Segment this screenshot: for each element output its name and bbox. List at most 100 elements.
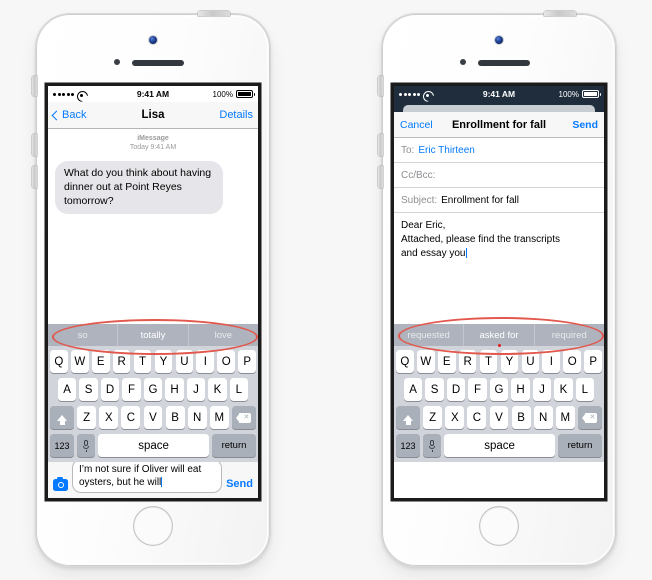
- volume-up-button[interactable]: [378, 134, 383, 156]
- iphone-device-messages: 9:41 AM 100% Back Lisa Details iMessage …: [28, 11, 278, 566]
- key-r[interactable]: R: [112, 350, 131, 373]
- key-k[interactable]: K: [554, 378, 573, 401]
- key-b[interactable]: B: [165, 406, 185, 429]
- prediction-option-2[interactable]: totally: [117, 324, 189, 346]
- subject-field-row[interactable]: Subject: Enrollment for fall: [394, 188, 604, 213]
- key-b[interactable]: B: [511, 406, 531, 429]
- key-o[interactable]: O: [563, 350, 582, 373]
- key-p[interactable]: P: [238, 350, 257, 373]
- numbers-key[interactable]: 123: [396, 434, 420, 457]
- key-w[interactable]: W: [416, 350, 435, 373]
- key-k[interactable]: K: [208, 378, 227, 401]
- home-button[interactable]: [133, 506, 173, 546]
- key-a[interactable]: A: [57, 378, 77, 401]
- key-w[interactable]: W: [70, 350, 89, 373]
- key-f[interactable]: F: [468, 378, 487, 401]
- key-n[interactable]: N: [187, 406, 207, 429]
- key-f[interactable]: F: [122, 378, 141, 401]
- key-y[interactable]: Y: [500, 350, 519, 373]
- silent-switch[interactable]: [378, 76, 383, 96]
- key-v[interactable]: V: [143, 406, 163, 429]
- message-input[interactable]: I’m not sure if Oliver will eat oysters,…: [72, 459, 223, 493]
- mail-compose-nav-bar: Cancel Enrollment for fall Send: [394, 112, 604, 138]
- ccbcc-field-row[interactable]: Cc/Bcc:: [394, 163, 604, 188]
- text-caret: [465, 248, 467, 259]
- key-s[interactable]: S: [79, 378, 98, 401]
- power-button[interactable]: [544, 11, 576, 16]
- key-z[interactable]: Z: [423, 406, 443, 429]
- key-q[interactable]: Q: [49, 350, 68, 373]
- key-y[interactable]: Y: [154, 350, 173, 373]
- key-a[interactable]: A: [403, 378, 423, 401]
- numbers-key[interactable]: 123: [50, 434, 74, 457]
- key-x[interactable]: X: [445, 406, 465, 429]
- key-m[interactable]: M: [555, 406, 575, 429]
- mail-body-input[interactable]: Dear Eric, Attached, please find the tra…: [394, 213, 604, 268]
- key-x[interactable]: X: [99, 406, 119, 429]
- volume-up-button[interactable]: [32, 134, 37, 156]
- return-key[interactable]: return: [558, 434, 602, 457]
- space-key[interactable]: space: [444, 434, 555, 457]
- dictation-key[interactable]: [423, 434, 442, 457]
- key-z[interactable]: Z: [77, 406, 97, 429]
- prediction-option-1[interactable]: requested: [394, 324, 463, 346]
- key-d[interactable]: D: [446, 378, 466, 401]
- key-c[interactable]: C: [121, 406, 141, 429]
- key-j[interactable]: J: [186, 378, 206, 401]
- send-button[interactable]: Send: [226, 478, 253, 490]
- key-t[interactable]: T: [133, 350, 152, 373]
- silent-switch[interactable]: [32, 76, 37, 96]
- key-s[interactable]: S: [425, 378, 444, 401]
- key-i[interactable]: I: [196, 350, 215, 373]
- key-e[interactable]: E: [437, 350, 456, 373]
- key-n[interactable]: N: [533, 406, 553, 429]
- key-c[interactable]: C: [467, 406, 487, 429]
- predictive-bar: so totally love: [48, 324, 258, 346]
- volume-down-button[interactable]: [378, 166, 383, 188]
- key-m[interactable]: M: [209, 406, 229, 429]
- keyboard-row-4: 123 space return: [396, 434, 602, 457]
- key-q[interactable]: Q: [395, 350, 414, 373]
- key-o[interactable]: O: [217, 350, 236, 373]
- key-h[interactable]: H: [511, 378, 530, 401]
- subject-field-value[interactable]: Enrollment for fall: [441, 195, 519, 206]
- mail-body-line-3: and essay you: [401, 247, 597, 261]
- conversation-title: Lisa: [141, 109, 165, 121]
- key-p[interactable]: P: [584, 350, 603, 373]
- delete-key[interactable]: ✕: [577, 406, 602, 429]
- camera-icon[interactable]: [53, 476, 68, 491]
- key-u[interactable]: U: [521, 350, 540, 373]
- to-field-value[interactable]: Eric Thirteen: [418, 145, 475, 156]
- key-d[interactable]: D: [100, 378, 120, 401]
- key-r[interactable]: R: [458, 350, 477, 373]
- dictation-key[interactable]: [77, 434, 96, 457]
- key-h[interactable]: H: [165, 378, 184, 401]
- prediction-option-2[interactable]: asked for: [463, 324, 535, 346]
- key-j[interactable]: J: [532, 378, 552, 401]
- home-button[interactable]: [479, 506, 519, 546]
- to-field-row[interactable]: To: Eric Thirteen: [394, 138, 604, 163]
- key-t[interactable]: T: [479, 350, 498, 373]
- space-key[interactable]: space: [98, 434, 209, 457]
- shift-key[interactable]: [396, 406, 421, 429]
- front-camera-icon: [495, 36, 503, 44]
- shift-key[interactable]: [50, 406, 75, 429]
- key-g[interactable]: G: [489, 378, 509, 401]
- onscreen-keyboard: Q W E R T Y U I O P A S D F G H J K L Z …: [394, 346, 604, 462]
- key-l[interactable]: L: [575, 378, 595, 401]
- key-v[interactable]: V: [489, 406, 509, 429]
- key-u[interactable]: U: [175, 350, 194, 373]
- delete-key[interactable]: ✕: [231, 406, 256, 429]
- power-button[interactable]: [198, 11, 230, 16]
- volume-down-button[interactable]: [32, 166, 37, 188]
- prediction-option-1[interactable]: so: [48, 324, 117, 346]
- key-g[interactable]: G: [143, 378, 163, 401]
- key-e[interactable]: E: [91, 350, 110, 373]
- prediction-option-3[interactable]: love: [189, 324, 258, 346]
- return-key[interactable]: return: [212, 434, 256, 457]
- key-l[interactable]: L: [229, 378, 249, 401]
- prediction-option-3[interactable]: required: [535, 324, 604, 346]
- key-i[interactable]: I: [542, 350, 561, 373]
- ccbcc-field-label: Cc/Bcc:: [401, 169, 436, 181]
- status-bar-time: 9:41 AM: [136, 89, 170, 99]
